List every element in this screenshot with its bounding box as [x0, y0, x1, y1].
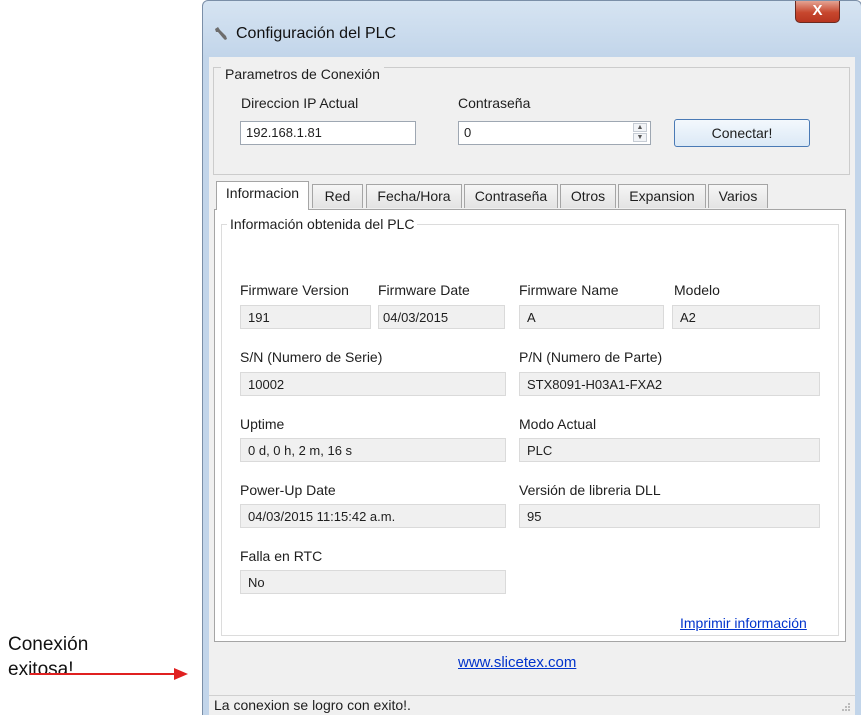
tab-contrasena[interactable]: Contraseña [464, 184, 558, 208]
annotation-line-1: Conexión [8, 634, 89, 655]
uptime-label: Uptime [240, 416, 285, 432]
close-button[interactable]: X [795, 1, 840, 23]
tab-fecha-hora[interactable]: Fecha/Hora [366, 184, 462, 208]
status-bar: La conexion se logro con exito!. [209, 695, 855, 715]
password-spinner[interactable]: ▲ ▼ [633, 123, 647, 143]
connection-group-title: Parametros de Conexión [221, 66, 384, 82]
window-title: Configuración del PLC [236, 25, 397, 42]
window-client: Parametros de Conexión Direccion IP Actu… [209, 57, 855, 715]
tab-informacion[interactable]: Informacion [216, 181, 309, 210]
website-link[interactable]: www.slicetex.com [458, 654, 576, 671]
powerup-date-field: 04/03/2015 11:15:42 a.m. [240, 504, 506, 528]
annotation-arrow-icon [30, 668, 188, 680]
ip-label: Direccion IP Actual [241, 95, 359, 111]
spin-down-icon[interactable]: ▼ [633, 133, 647, 142]
serial-label: S/N (Numero de Serie) [240, 349, 383, 365]
window-frame: Parametros de Conexión Direccion IP Actu… [202, 57, 861, 715]
rtc-fault-label: Falla en RTC [240, 548, 323, 564]
part-number-field: STX8091-H03A1-FXA2 [519, 372, 820, 396]
connect-button[interactable]: Conectar! [674, 119, 810, 147]
serial-field: 10002 [240, 372, 506, 396]
mode-field: PLC [519, 438, 820, 462]
firmware-name-field: A [519, 305, 664, 329]
password-value: 0 [464, 125, 472, 140]
plc-info-group-title: Información obtenida del PLC [227, 216, 418, 232]
ip-input[interactable]: 192.168.1.81 [240, 121, 416, 145]
modelo-field: A2 [672, 305, 820, 329]
powerup-date-label: Power-Up Date [240, 482, 336, 498]
part-number-label: P/N (Numero de Parte) [519, 349, 663, 365]
password-stepper[interactable]: 0 ▲ ▼ [458, 121, 651, 145]
title-bar[interactable]: Configuración del PLC X [202, 0, 861, 57]
status-text: La conexion se logro con exito!. [214, 697, 411, 713]
uptime-field: 0 d, 0 h, 2 m, 16 s [240, 438, 506, 462]
firmware-name-label: Firmware Name [519, 282, 619, 298]
rtc-fault-field: No [240, 570, 506, 594]
firmware-version-field: 191 [240, 305, 371, 329]
wrench-icon [215, 27, 227, 40]
plc-info-group: Información obtenida del PLC Firmware Ve… [221, 216, 839, 636]
tab-red[interactable]: Red [312, 184, 363, 208]
dll-version-field: 95 [519, 504, 820, 528]
dll-version-label: Versión de libreria DLL [519, 482, 661, 498]
mode-label: Modo Actual [519, 416, 597, 432]
plc-config-window: Configuración del PLC X Parametros de Co… [202, 0, 861, 715]
spin-up-icon[interactable]: ▲ [633, 123, 647, 132]
tab-varios[interactable]: Varios [708, 184, 768, 208]
tab-expansion[interactable]: Expansion [618, 184, 706, 208]
firmware-date-field: 04/03/2015 [378, 305, 505, 329]
firmware-date-label: Firmware Date [378, 282, 470, 298]
modelo-label: Modelo [674, 282, 720, 298]
resize-grip-icon[interactable] [841, 702, 851, 712]
connection-group: Parametros de Conexión Direccion IP Actu… [213, 66, 850, 175]
info-tab-panel: Información obtenida del PLC Firmware Ve… [214, 209, 846, 642]
print-info-link[interactable]: Imprimir información [680, 615, 807, 631]
tab-otros[interactable]: Otros [560, 184, 616, 208]
firmware-version-label: Firmware Version [240, 282, 349, 298]
password-label: Contraseña [458, 95, 531, 111]
